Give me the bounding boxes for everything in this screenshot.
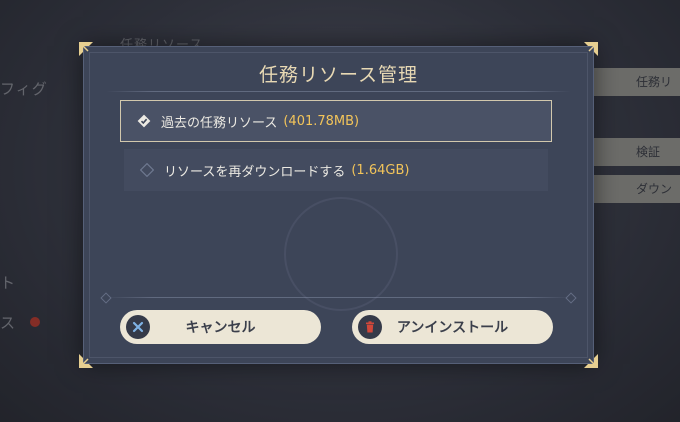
cancel-button-label: キャンセル: [185, 320, 256, 336]
divider-dot: [100, 292, 112, 304]
divider-dot: [565, 292, 577, 304]
corner-ornament-icon: [584, 42, 598, 56]
uninstall-button[interactable]: アンインストール: [352, 310, 553, 344]
cancel-button[interactable]: キャンセル: [120, 310, 321, 344]
corner-ornament-icon: [79, 354, 93, 368]
corner-ornament-icon: [79, 42, 93, 56]
option-size: (401.78MB): [283, 113, 360, 129]
unchecked-diamond-icon: [140, 163, 154, 177]
option-redownload-resources[interactable]: リソースを再ダウンロードする (1.64GB): [124, 149, 548, 191]
trash-icon: [358, 315, 382, 339]
option-label: 過去の任務リソース: [161, 115, 278, 131]
uninstall-button-label: アンインストール: [396, 320, 509, 336]
checked-diamond-icon: [137, 114, 151, 128]
option-size: (1.64GB): [351, 162, 410, 178]
title-divider: [106, 91, 571, 92]
dialog-title: 任務リソース管理: [258, 64, 419, 86]
resource-management-dialog: 任務リソース管理 過去の任務リソース (401.78MB) リソースを再ダウンロ…: [79, 42, 598, 368]
option-label: リソースを再ダウンロードする: [164, 164, 346, 180]
emblem-watermark: [283, 197, 398, 311]
option-past-task-resources[interactable]: 過去の任務リソース (401.78MB): [120, 100, 552, 142]
corner-ornament-icon: [584, 354, 598, 368]
close-icon: [126, 315, 150, 339]
footer-divider: [100, 292, 577, 304]
